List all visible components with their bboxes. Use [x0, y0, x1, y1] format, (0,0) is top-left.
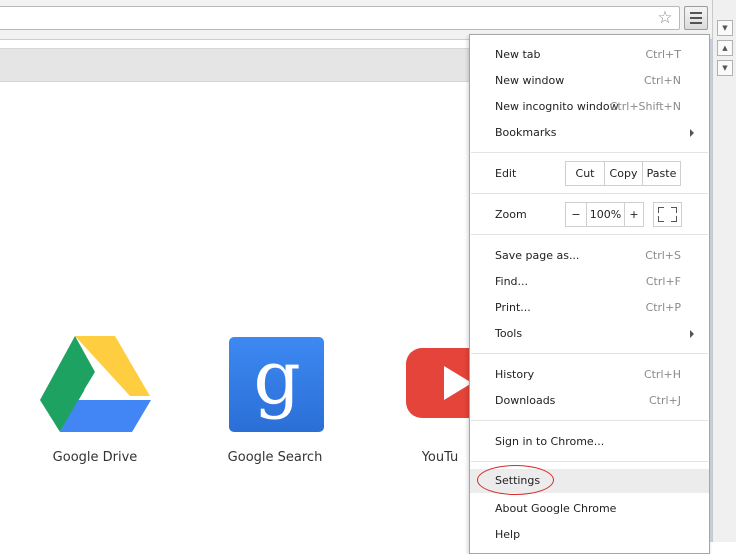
fullscreen-icon — [671, 207, 677, 213]
menu-shortcut: Ctrl+S — [645, 249, 681, 262]
chrome-menu: New tab Ctrl+T New window Ctrl+N New inc… — [469, 34, 710, 554]
menu-item-new-incognito-window[interactable]: New incognito window Ctrl+Shift+N — [470, 95, 709, 119]
fullscreen-icon — [658, 216, 664, 222]
paste-button[interactable]: Paste — [642, 162, 680, 185]
menu-item-help[interactable]: Help — [470, 523, 709, 547]
bookmark-bar — [0, 48, 470, 82]
menu-item-label: History — [495, 368, 535, 381]
settings-highlight-ellipse — [477, 465, 554, 495]
chrome-menu-button[interactable] — [684, 6, 708, 30]
menu-item-tools[interactable]: Tools — [470, 322, 709, 346]
menu-item-about[interactable]: About Google Chrome — [470, 497, 709, 521]
menu-shortcut: Ctrl+H — [643, 368, 681, 381]
menu-shortcut: Ctrl+T — [645, 48, 681, 61]
menu-item-label: New tab — [495, 48, 541, 61]
menu-bar-icon — [690, 22, 702, 24]
google-drive-icon — [40, 336, 151, 432]
menu-item-label: New incognito window — [495, 100, 619, 113]
edit-button-group: Cut Copy Paste — [565, 161, 681, 186]
menu-shortcut: Ctrl+F — [645, 275, 681, 288]
zoom-level: 100% — [586, 203, 624, 226]
menu-item-label: Downloads — [495, 394, 556, 407]
menu-item-print[interactable]: Print... Ctrl+P — [470, 296, 709, 320]
menu-item-label: Edit — [495, 167, 517, 180]
copy-button[interactable]: Copy — [604, 162, 642, 185]
menu-item-label: Tools — [495, 327, 523, 340]
menu-item-label: Save page as... — [495, 249, 580, 262]
menu-separator — [471, 234, 708, 235]
menu-item-new-window[interactable]: New window Ctrl+N — [470, 69, 709, 93]
menu-item-label: Find... — [495, 275, 529, 288]
menu-separator — [471, 353, 708, 354]
scroll-down-arrow-icon[interactable]: ▼ — [717, 60, 733, 76]
menu-item-downloads[interactable]: Downloads Ctrl+J — [470, 389, 709, 413]
app-label: Google Drive — [52, 450, 138, 465]
menu-separator — [471, 420, 708, 421]
menu-bar-icon — [690, 17, 702, 19]
menu-item-label: Help — [495, 528, 521, 541]
fullscreen-icon — [671, 216, 677, 222]
scroll-down-arrow-icon[interactable]: ▼ — [717, 20, 733, 36]
menu-separator — [471, 461, 708, 462]
window-scrollbar[interactable]: ▼ ▲ ▼ — [712, 0, 736, 542]
menu-item-label: New window — [495, 74, 565, 87]
submenu-arrow-icon — [690, 330, 694, 338]
menu-item-label: About Google Chrome — [495, 502, 617, 515]
menu-item-label: Zoom — [495, 208, 527, 221]
bookmark-star-icon[interactable]: ☆ — [655, 8, 675, 28]
menu-item-label: Bookmarks — [495, 126, 557, 139]
cut-button[interactable]: Cut — [566, 162, 604, 185]
menu-shortcut: Ctrl+P — [645, 301, 681, 314]
zoom-control: − 100% + — [565, 202, 644, 227]
app-label: Google Search — [227, 450, 323, 465]
menu-separator — [471, 152, 708, 153]
menu-separator — [471, 193, 708, 194]
zoom-out-button[interactable]: − — [566, 203, 586, 226]
zoom-in-button[interactable]: + — [624, 203, 643, 226]
menu-item-history[interactable]: History Ctrl+H — [470, 363, 709, 387]
menu-item-find[interactable]: Find... Ctrl+F — [470, 270, 709, 294]
menu-item-save-page[interactable]: Save page as... Ctrl+S — [470, 244, 709, 268]
menu-item-sign-in[interactable]: Sign in to Chrome... — [470, 430, 709, 454]
scroll-up-arrow-icon[interactable]: ▲ — [717, 40, 733, 56]
menu-shortcut: Ctrl+Shift+N — [609, 100, 681, 113]
menu-bar-icon — [690, 12, 702, 14]
google-search-icon: g — [229, 335, 324, 432]
svg-text:g: g — [253, 337, 300, 421]
menu-item-label: Print... — [495, 301, 531, 314]
menu-shortcut: Ctrl+J — [648, 394, 681, 407]
fullscreen-icon — [658, 207, 664, 213]
fullscreen-button[interactable] — [653, 202, 682, 227]
menu-item-new-tab[interactable]: New tab Ctrl+T — [470, 43, 709, 67]
menu-item-bookmarks[interactable]: Bookmarks — [470, 121, 709, 145]
menu-shortcut: Ctrl+N — [643, 74, 681, 87]
submenu-arrow-icon — [690, 129, 694, 137]
menu-item-label: Sign in to Chrome... — [495, 435, 605, 448]
address-bar[interactable]: ☆ — [0, 6, 680, 30]
app-google-drive[interactable]: Google Drive — [20, 334, 170, 465]
